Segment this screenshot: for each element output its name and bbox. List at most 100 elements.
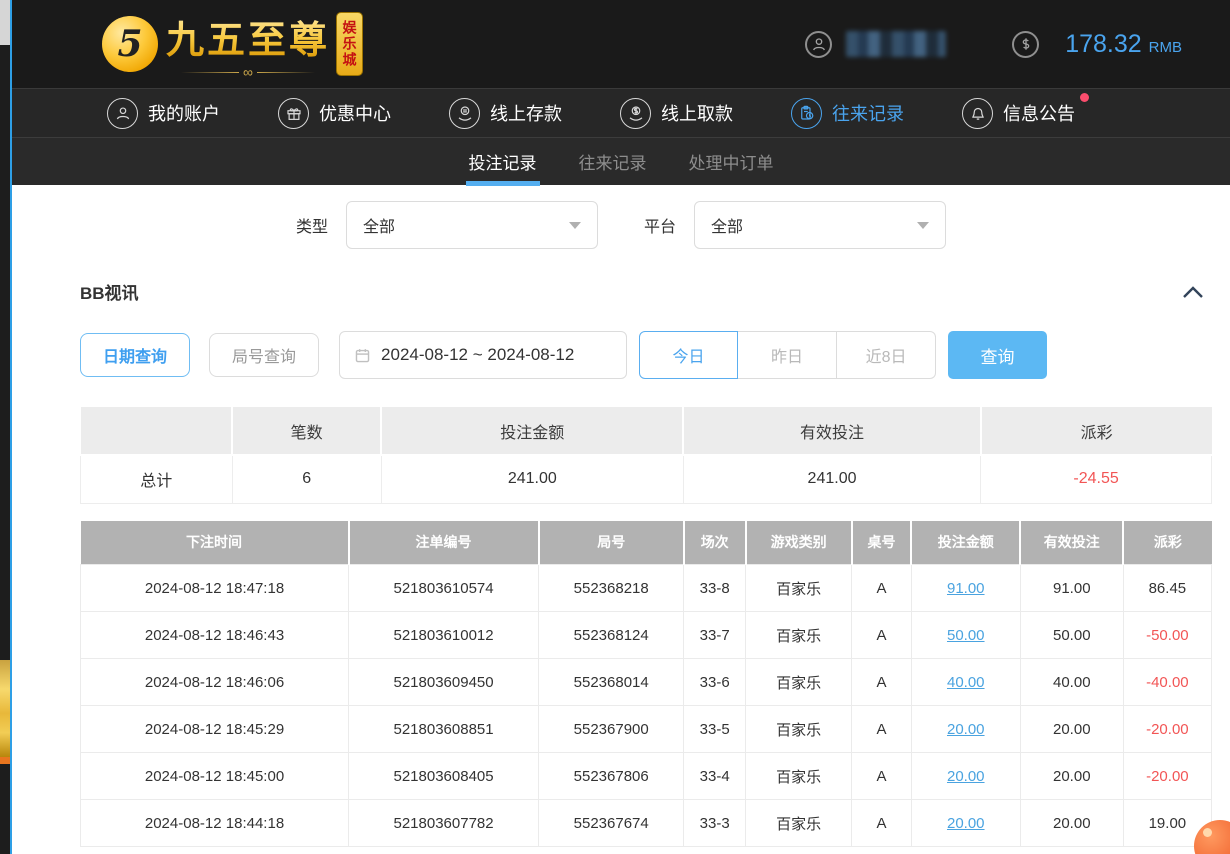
nav-item-label: 线上取款 — [661, 100, 733, 126]
nav-item-label: 信息公告 — [1003, 100, 1075, 126]
summary-header-payout: 派彩 — [981, 407, 1212, 455]
sub-tab-bar: 投注记录 往来记录 处理中订单 — [12, 137, 1230, 185]
table-header-row: 下注时间 注单编号 局号 场次 游戏类别 桌号 投注金额 有效投注 派彩 — [81, 521, 1212, 565]
background-orange-fragment — [0, 757, 10, 764]
date-range-value: 2024-08-12 ~ 2024-08-12 — [381, 345, 574, 365]
table-row: 2024-08-12 18:46:43 521803610012 5523681… — [81, 612, 1212, 659]
nav-item-label: 我的账户 — [148, 100, 220, 126]
date-query-mode-button[interactable]: 日期查询 — [80, 333, 190, 377]
type-select-value: 全部 — [363, 213, 395, 237]
gift-icon — [278, 98, 309, 129]
page: 5 九五至尊 ∞ 娱乐城 — [0, 0, 1230, 854]
transactions-icon — [791, 98, 822, 129]
balance-currency: RMB — [1149, 39, 1182, 56]
calendar-icon — [354, 347, 371, 364]
logo-name: 九五至尊 — [166, 9, 330, 64]
background-gold-fragment — [0, 660, 10, 757]
summary-count: 6 — [232, 455, 381, 503]
platform-select-value: 全部 — [711, 213, 743, 237]
round-query-mode-button[interactable]: 局号查询 — [209, 333, 319, 377]
summary-header-empty — [81, 407, 233, 455]
site-logo[interactable]: 5 九五至尊 ∞ 娱乐城 — [102, 9, 363, 79]
filter-platform: 平台 全部 — [644, 201, 946, 249]
col-bet-amount: 投注金额 — [911, 521, 1020, 565]
bell-icon — [962, 98, 993, 129]
filter-row: 类型 全部 平台 全部 — [12, 201, 1230, 249]
filter-type: 类型 全部 — [296, 201, 598, 249]
summary-header-count: 笔数 — [232, 407, 381, 455]
notification-dot — [1080, 93, 1089, 102]
collapse-section-button[interactable] — [1182, 285, 1204, 299]
quick-range-group: 今日 昨日 近8日 — [639, 331, 936, 379]
username-blurred — [846, 31, 946, 57]
bet-amount-link[interactable]: 91.00 — [947, 580, 985, 597]
nav-item-deposit[interactable]: 线上存款 — [449, 98, 562, 129]
quick-yesterday-button[interactable]: 昨日 — [738, 331, 837, 379]
quick-8days-button[interactable]: 近8日 — [837, 331, 936, 379]
filter-type-label: 类型 — [296, 213, 328, 237]
filter-platform-label: 平台 — [644, 213, 676, 237]
balance-coin-icon — [1012, 31, 1039, 58]
quick-today-button[interactable]: 今日 — [639, 331, 738, 379]
chevron-down-icon — [569, 222, 581, 229]
background-window-top — [0, 0, 10, 45]
table-row: 2024-08-12 18:46:06 521803609450 5523680… — [81, 659, 1212, 706]
table-row: 2024-08-12 18:45:00 521803608405 5523678… — [81, 753, 1212, 800]
bet-amount-link[interactable]: 50.00 — [947, 627, 985, 644]
col-table-no: 桌号 — [852, 521, 911, 565]
main-nav: 我的账户 优惠中心 线 — [12, 88, 1230, 137]
user-area: 178.32 RMB — [805, 30, 1182, 59]
tab-transaction-records[interactable]: 往来记录 — [577, 138, 649, 186]
logo-flourish-ornament: ∞ — [181, 65, 315, 79]
summary-total-label: 总计 — [81, 455, 233, 503]
logo-circle-icon: 5 — [102, 16, 158, 72]
summary-valid-bet: 241.00 — [683, 455, 980, 503]
logo-text-wrap: 九五至尊 ∞ — [166, 9, 330, 79]
balance: 178.32 RMB — [1065, 30, 1182, 59]
nav-item-label: 往来记录 — [832, 100, 904, 126]
col-game-type: 游戏类别 — [746, 521, 852, 565]
window-edge-line — [10, 0, 12, 854]
summary-total-row: 总计 6 241.00 241.00 -24.55 — [81, 455, 1212, 503]
col-valid-bet: 有效投注 — [1020, 521, 1123, 565]
summary-bet-amount: 241.00 — [381, 455, 683, 503]
nav-item-promotions[interactable]: 优惠中心 — [278, 98, 391, 129]
nav-item-label: 线上存款 — [490, 100, 562, 126]
table-row: 2024-08-12 18:44:18 521803607782 5523676… — [81, 800, 1212, 847]
type-select[interactable]: 全部 — [346, 201, 598, 249]
tab-bet-records[interactable]: 投注记录 — [467, 138, 539, 186]
chevron-down-icon — [917, 222, 929, 229]
nav-item-withdraw[interactable]: 线上取款 — [620, 98, 733, 129]
balance-amount: 178.32 — [1065, 30, 1141, 59]
main-window: 5 九五至尊 ∞ 娱乐城 — [12, 0, 1230, 854]
summary-table: 笔数 投注金额 有效投注 派彩 总计 6 241.00 241.00 -24.5… — [80, 407, 1212, 504]
section-title: BB视讯 — [80, 279, 139, 304]
user-icon — [107, 98, 138, 129]
bet-amount-link[interactable]: 20.00 — [947, 815, 985, 832]
search-button[interactable]: 查询 — [948, 331, 1047, 379]
col-payout: 派彩 — [1123, 521, 1211, 565]
bet-records-table: 下注时间 注单编号 局号 场次 游戏类别 桌号 投注金额 有效投注 派彩 202… — [80, 521, 1212, 848]
bet-amount-link[interactable]: 40.00 — [947, 674, 985, 691]
top-header: 5 九五至尊 ∞ 娱乐城 — [12, 0, 1230, 88]
summary-header-bet: 投注金额 — [381, 407, 683, 455]
summary-header-valid: 有效投注 — [683, 407, 980, 455]
nav-item-announcements[interactable]: 信息公告 — [962, 98, 1075, 129]
nav-item-my-account[interactable]: 我的账户 — [107, 98, 220, 129]
bet-amount-link[interactable]: 20.00 — [947, 768, 985, 785]
table-row: 2024-08-12 18:47:18 521803610574 5523682… — [81, 565, 1212, 612]
nav-item-transactions[interactable]: 往来记录 — [791, 98, 904, 129]
summary-payout: -24.55 — [981, 455, 1212, 503]
platform-select[interactable]: 全部 — [694, 201, 946, 249]
logo-badge: 娱乐城 — [336, 12, 363, 76]
bet-amount-link[interactable]: 20.00 — [947, 721, 985, 738]
col-round-no: 局号 — [539, 521, 684, 565]
query-row: 日期查询 局号查询 2024-08-12 ~ 2024-08-12 今日 昨日 … — [80, 331, 1212, 379]
summary-header-row: 笔数 投注金额 有效投注 派彩 — [81, 407, 1212, 455]
nav-item-label: 优惠中心 — [319, 100, 391, 126]
col-session: 场次 — [684, 521, 746, 565]
col-order-no: 注单编号 — [349, 521, 539, 565]
table-row: 2024-08-12 18:45:29 521803608851 5523679… — [81, 706, 1212, 753]
tab-processing-orders[interactable]: 处理中订单 — [687, 138, 776, 186]
date-range-input[interactable]: 2024-08-12 ~ 2024-08-12 — [339, 331, 627, 379]
